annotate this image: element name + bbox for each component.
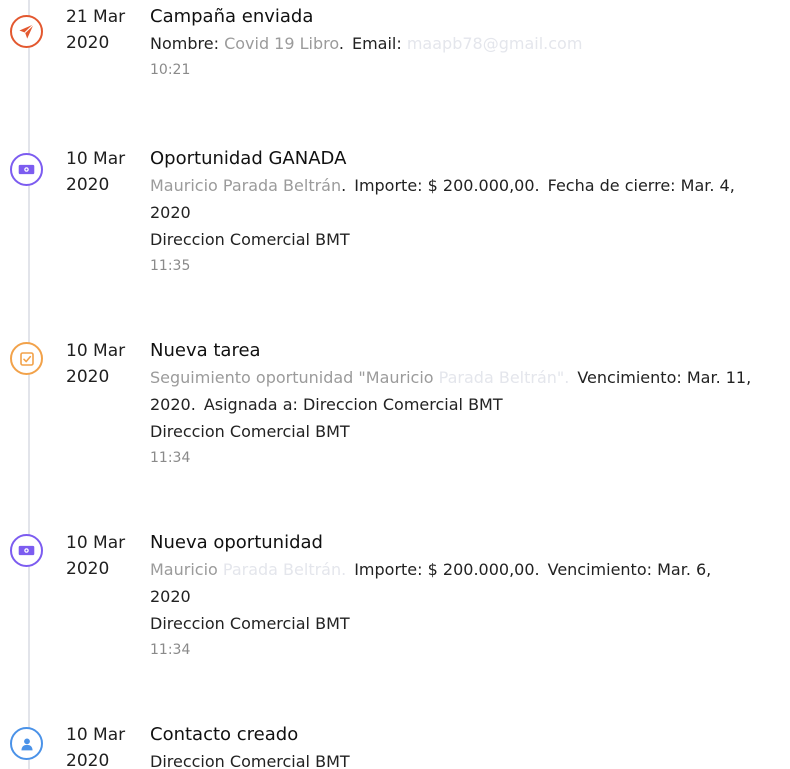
event-day: 10 Mar (66, 341, 126, 361)
event-owner: Direccion Comercial BMT (150, 230, 350, 249)
money-icon (10, 534, 43, 567)
event-title: Oportunidad GANADA (150, 148, 347, 169)
activity-timeline: 21 Mar 2020 Campaña enviada Nombre: Covi… (0, 0, 790, 769)
due-year: 2020 (150, 587, 191, 606)
assigned-value: Direccion Comercial BMT (302, 395, 503, 414)
task-check-icon (10, 342, 43, 375)
contact-name-faded: Parada Beltrán. (222, 560, 347, 579)
event-title: Nueva tarea (150, 340, 261, 361)
money-icon (10, 153, 43, 186)
event-date: 21 Mar 2020 (66, 4, 146, 56)
amount-value: $ 200.000,00. (427, 176, 540, 195)
event-day: 10 Mar (66, 725, 126, 745)
email-label: Email: (351, 34, 402, 53)
close-date-year: 2020 (150, 203, 191, 222)
amount-label: Importe: (354, 560, 423, 579)
event-year: 2020 (66, 367, 110, 387)
event-detail: Mauricio Parada Beltrán. Importe: $ 200.0… (150, 176, 735, 222)
amount-label: Importe: (354, 176, 423, 195)
event-time: 11:35 (150, 258, 191, 274)
event-owner: Direccion Comercial BMT (150, 752, 350, 769)
event-body: Nueva oportunidad Mauricio Parada Beltrá… (150, 530, 780, 663)
contact-link[interactable]: Mauricio Parada Beltrán (150, 176, 341, 195)
event-day: 21 Mar (66, 7, 126, 27)
event-body: Campaña enviada Nombre: Covid 19 Libro. E… (150, 4, 780, 83)
due-value: Mar. 6, (657, 560, 712, 579)
event-title: Nueva oportunidad (150, 532, 323, 553)
event-owner: Direccion Comercial BMT (150, 614, 350, 633)
due-year: 2020. (150, 395, 196, 414)
task-link[interactable]: Seguimiento oportunidad "Mauricio Parada… (150, 368, 569, 387)
task-name: Seguimiento oportunidad "Mauricio (150, 368, 439, 387)
contact-link[interactable]: Mauricio Parada Beltrán. (150, 560, 346, 579)
event-detail: Nombre: Covid 19 Libro. Email: maapb78@gm… (150, 34, 583, 53)
paper-plane-icon (10, 15, 43, 48)
close-date-value: Mar. 4, (680, 176, 735, 195)
event-detail: Mauricio Parada Beltrán. Importe: $ 200.0… (150, 556, 780, 610)
event-time: 11:34 (150, 450, 191, 466)
event-date: 10 Mar 2020 (66, 722, 146, 769)
email-value[interactable]: maapb78@gmail.com (407, 34, 583, 53)
event-date: 10 Mar 2020 (66, 338, 146, 390)
campaign-name-link[interactable]: Covid 19 Libro (224, 34, 339, 53)
user-icon (10, 727, 43, 760)
event-detail: Seguimiento oportunidad "Mauricio Parada… (150, 364, 780, 418)
event-day: 10 Mar (66, 149, 126, 169)
event-date: 10 Mar 2020 (66, 530, 146, 582)
event-date: 10 Mar 2020 (66, 146, 146, 198)
amount-value: $ 200.000,00. (427, 560, 540, 579)
close-date-label: Fecha de cierre: (547, 176, 676, 195)
name-label: Nombre: (150, 34, 219, 53)
event-title: Contacto creado (150, 724, 299, 745)
due-label: Vencimiento: (547, 560, 653, 579)
event-year: 2020 (66, 751, 110, 769)
event-body: Oportunidad GANADA Mauricio Parada Beltr… (150, 146, 780, 279)
event-year: 2020 (66, 175, 110, 195)
assigned-label: Asignada a: (203, 395, 298, 414)
contact-name: Mauricio (150, 560, 223, 579)
event-body: Nueva tarea Seguimiento oportunidad "Mau… (150, 338, 780, 471)
event-time: 11:34 (150, 642, 191, 658)
event-year: 2020 (66, 559, 110, 579)
event-day: 10 Mar (66, 533, 126, 553)
task-name-faded: Parada Beltrán". (438, 368, 570, 387)
due-value: Mar. 11, (686, 368, 752, 387)
due-label: Vencimiento: (577, 368, 682, 387)
event-title: Campaña enviada (150, 6, 314, 27)
event-time: 10:21 (150, 62, 191, 78)
event-year: 2020 (66, 33, 110, 53)
event-body: Contacto creado Direccion Comercial BMT (150, 722, 780, 769)
event-owner: Direccion Comercial BMT (150, 422, 350, 441)
timeline-line (28, 0, 30, 769)
